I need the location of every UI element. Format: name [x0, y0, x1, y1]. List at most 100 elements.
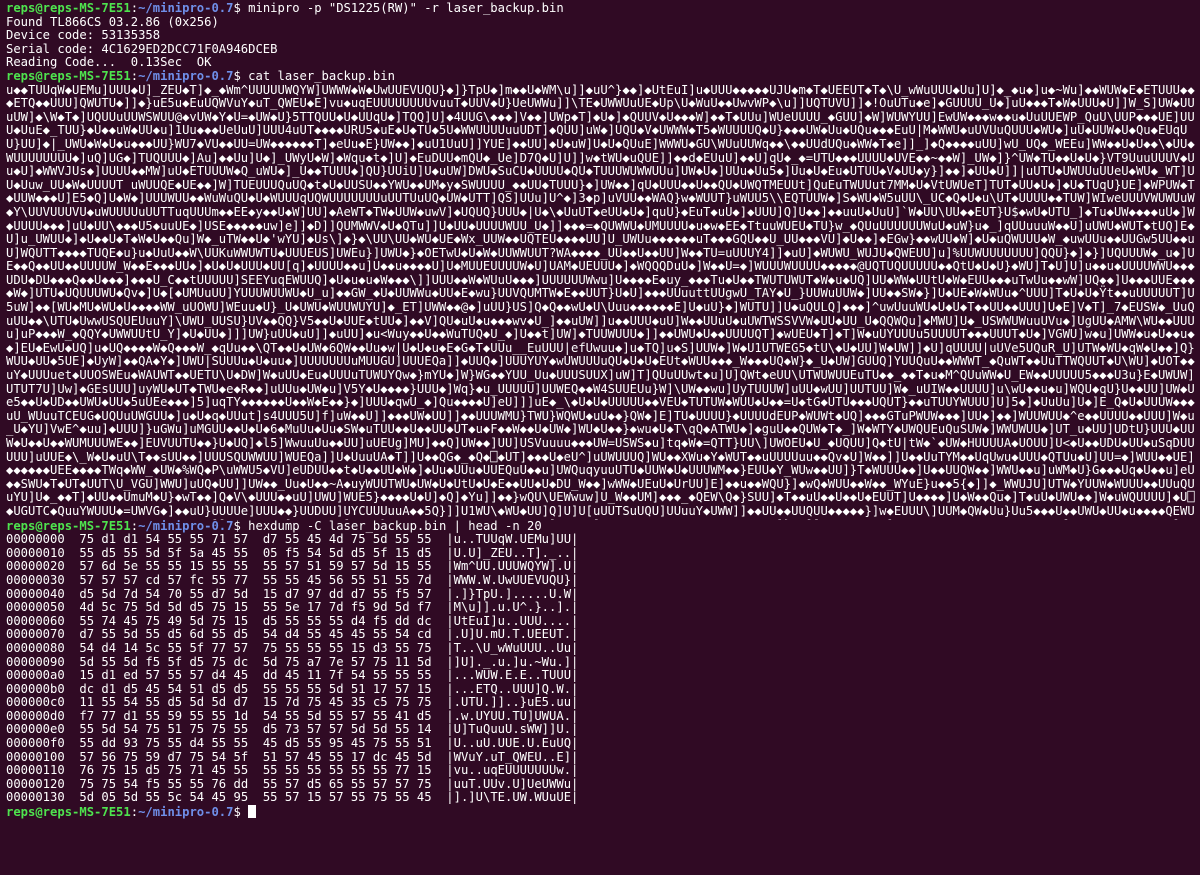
- command-line-minipro: reps@reps-MS-7E51:~/minipro-0.7$ minipro…: [6, 2, 1198, 16]
- text-cursor[interactable]: [248, 805, 257, 819]
- prompt-user-host: reps@reps-MS-7E51: [6, 69, 131, 83]
- hexdump-offset: 00000050: [6, 601, 65, 615]
- hexdump-ascii: |...ETQ..UUU]Q.W.|: [446, 682, 579, 696]
- hexdump-row: 000000c0 11 55 54 55 d5 5d 5d d7 15 7d 7…: [6, 696, 1198, 710]
- hexdump-hex-right: 55 57 51 59 57 5d 15 55: [262, 560, 432, 574]
- hexdump-offset: 00000020: [6, 560, 65, 574]
- hexdump-row: 00000060 55 74 45 75 49 5d 75 15 d5 55 5…: [6, 615, 1198, 629]
- hexdump-hex-right: 15 7d 75 45 35 c5 75 75: [262, 696, 432, 710]
- hexdump-row: 000000f0 55 dd 93 75 55 d4 55 55 45 d5 5…: [6, 737, 1198, 751]
- prompt-symbol: $: [233, 2, 249, 15]
- hexdump-hex-left: 5d 55 5d f5 5f d5 75 dc: [79, 655, 249, 669]
- hexdump-row: 000000b0 dc d1 d5 45 54 51 d5 d5 55 55 5…: [6, 683, 1198, 697]
- hexdump-ascii: |M\u]].u.U^.}..].|: [446, 601, 579, 615]
- hexdump-row: 00000090 5d 55 5d f5 5f d5 75 dc 5d 75 a…: [6, 656, 1198, 670]
- hexdump-row: 000000e0 55 5d 54 75 51 75 75 55 d5 73 5…: [6, 723, 1198, 737]
- hexdump-offset: 000000e0: [6, 723, 65, 737]
- output-line: Serial code: 4C1629ED2DCC71F0A946DCEB: [6, 42, 278, 56]
- prompt-symbol: $: [233, 519, 249, 533]
- hexdump-ascii: |uuT.UUv.U]UeUWWu|: [446, 777, 579, 791]
- hexdump-hex-left: 55 d5 55 5d 5f 5a 45 55: [79, 546, 249, 560]
- output-line: Device code: 53135358: [6, 29, 161, 43]
- prompt-user-host: reps@reps-MS-7E51: [6, 2, 131, 15]
- hexdump-offset: 00000000: [6, 533, 65, 547]
- hexdump-ascii: |U..uU.UUE.U.EuUQ|: [446, 737, 579, 751]
- binary-dump-output: u◆◆TUUqW◆UEMu]UUU◆U]_ZEU◆T]◆_◆Wm^UUUUUWQ…: [6, 83, 1195, 520]
- hexdump-hex-left: 55 74 45 75 49 5d 75 15: [79, 614, 249, 628]
- hexdump-offset: 00000130: [6, 791, 65, 805]
- prompt-symbol: $: [233, 805, 249, 819]
- hexdump-row: 00000010 55 d5 55 5d 5f 5a 45 55 05 f5 5…: [6, 547, 1198, 561]
- hexdump-hex-left: 57 57 57 cd 57 fc 55 77: [79, 573, 249, 587]
- hexdump-offset: 000000c0: [6, 696, 65, 710]
- hexdump-hex-right: 75 55 55 55 15 d3 55 75: [262, 641, 432, 655]
- hexdump-hex-left: 55 dd 93 75 55 d4 55 55: [79, 737, 249, 751]
- hexdump-hex-left: 75 75 54 f5 55 55 76 dd: [79, 777, 249, 791]
- hexdump-hex-right: 55 55 55 5d 51 17 57 15: [262, 682, 432, 696]
- hexdump-ascii: |U]TuQuuU.sWW]]U.|: [446, 723, 579, 737]
- prompt-user-host: reps@reps-MS-7E51: [6, 519, 131, 533]
- prompt-user-host: reps@reps-MS-7E51: [6, 805, 131, 819]
- hexdump-hex-left: dc d1 d5 45 54 51 d5 d5: [79, 682, 249, 696]
- hexdump-hex-right: d7 55 45 4d 75 5d 55 55: [262, 533, 432, 547]
- hexdump-row: 00000100 57 56 75 59 d7 75 54 5f 51 57 4…: [6, 751, 1198, 765]
- hexdump-hex-right: dd 45 11 7f 54 55 55 55: [262, 669, 432, 683]
- hexdump-hex-right: 54 55 5d 55 57 55 41 d5: [262, 709, 432, 723]
- hexdump-hex-left: 15 d1 ed 57 55 57 d4 45: [79, 669, 249, 683]
- command-line-current[interactable]: reps@reps-MS-7E51:~/minipro-0.7$: [6, 805, 1198, 819]
- hexdump-hex-left: 55 5d 54 75 51 75 75 55: [79, 723, 249, 737]
- command-line-cat: reps@reps-MS-7E51:~/minipro-0.7$ cat las…: [6, 70, 1198, 84]
- prompt-path: ~/minipro-0.7: [138, 805, 234, 819]
- hexdump-ascii: |]U]._.u.]u.~Wu.]|: [446, 655, 579, 669]
- hexdump-hex-left: d7 55 5d 55 d5 6d 55 d5: [79, 628, 249, 642]
- hexdump-row: 00000030 57 57 57 cd 57 fc 55 77 55 55 4…: [6, 574, 1198, 588]
- hexdump-ascii: |vu..uqEUUUUUUUw.|: [446, 764, 579, 778]
- hexdump-row: 00000080 54 d4 14 5c 55 5f 77 57 75 55 5…: [6, 642, 1198, 656]
- output-line: Found TL866CS 03.2.86 (0x256): [6, 15, 219, 29]
- hexdump-hex-left: 11 55 54 55 d5 5d 5d d7: [79, 696, 249, 710]
- hexdump-offset: 000000f0: [6, 737, 65, 751]
- hexdump-hex-right: 5d 75 a7 7e 57 75 11 5d: [262, 655, 432, 669]
- hexdump-hex-right: 15 d7 97 dd d7 55 f5 57: [262, 587, 432, 601]
- hexdump-offset: 000000d0: [6, 709, 65, 723]
- prompt-separator: :: [130, 2, 139, 15]
- hexdump-hex-right: 51 57 45 55 17 dc 45 5d: [262, 750, 432, 764]
- prompt-separator: :: [130, 805, 139, 819]
- hexdump-ascii: |u..TUUqW.UEMu]UU|: [446, 533, 579, 547]
- hexdump-row: 000000d0 f7 77 d1 55 59 55 55 1d 54 55 5…: [6, 710, 1198, 724]
- prompt-path: ~/minipro-0.7: [138, 2, 234, 15]
- hexdump-row: 00000050 4d 5c 75 5d 5d d5 75 15 55 5e 1…: [6, 601, 1198, 615]
- hexdump-hex-left: 76 75 15 d5 75 71 45 55: [79, 764, 249, 778]
- hexdump-ascii: |.UTU.]]..}uE5.uu|: [446, 696, 579, 710]
- hexdump-row: 00000040 d5 5d 7d 54 70 55 d7 5d 15 d7 9…: [6, 588, 1198, 602]
- hexdump-hex-left: f7 77 d1 55 59 55 55 1d: [79, 709, 249, 723]
- hexdump-row: 00000070 d7 55 5d 55 d5 6d 55 d5 54 d4 5…: [6, 628, 1198, 642]
- hexdump-offset: 00000110: [6, 764, 65, 778]
- hexdump-ascii: |.U]U.mU.T.UEEUT.|: [446, 628, 579, 642]
- prompt-path: ~/minipro-0.7: [138, 69, 234, 83]
- hexdump-offset: 00000090: [6, 655, 65, 669]
- hexdump-hex-right: 05 f5 54 5d d5 5f 15 d5: [262, 546, 432, 560]
- hexdump-hex-left: 57 56 75 59 d7 75 54 5f: [79, 750, 249, 764]
- hexdump-hex-right: 55 55 55 55 55 55 77 15: [262, 764, 432, 778]
- terminal-window[interactable]: reps@reps-MS-7E51:~/minipro-0.7$ minipro…: [0, 0, 1200, 875]
- hexdump-ascii: |].]U\TE.UW.WUuUE|: [446, 791, 579, 805]
- hexdump-hex-right: 55 5e 17 7d f5 9d 5d f7: [262, 601, 432, 615]
- hexdump-output: 00000000 75 d1 d1 54 55 55 71 57 d7 55 4…: [6, 533, 1198, 805]
- hexdump-ascii: |.]}TpU.].....U.W|: [446, 587, 579, 601]
- hexdump-offset: 00000040: [6, 587, 65, 601]
- hexdump-hex-right: 55 57 15 57 55 75 55 45: [262, 791, 432, 805]
- hexdump-offset: 00000010: [6, 546, 65, 560]
- hexdump-hex-right: d5 73 57 57 5d 5d 55 14: [262, 723, 432, 737]
- hexdump-offset: 000000b0: [6, 682, 65, 696]
- hexdump-offset: 00000120: [6, 777, 65, 791]
- prompt-symbol: $: [233, 69, 249, 83]
- prompt-separator: :: [130, 519, 139, 533]
- hexdump-row: 00000130 5d 05 5d 55 5c 54 45 95 55 57 1…: [6, 791, 1198, 805]
- prompt-separator: :: [130, 69, 139, 83]
- hexdump-ascii: |...WUW.E.E..TUUU|: [446, 669, 579, 683]
- hexdump-hex-right: 55 55 45 56 55 51 55 7d: [262, 573, 432, 587]
- output-line: Reading Code... 0.13Sec OK: [6, 56, 212, 70]
- hexdump-offset: 00000100: [6, 750, 65, 764]
- hexdump-row: 00000110 76 75 15 d5 75 71 45 55 55 55 5…: [6, 764, 1198, 778]
